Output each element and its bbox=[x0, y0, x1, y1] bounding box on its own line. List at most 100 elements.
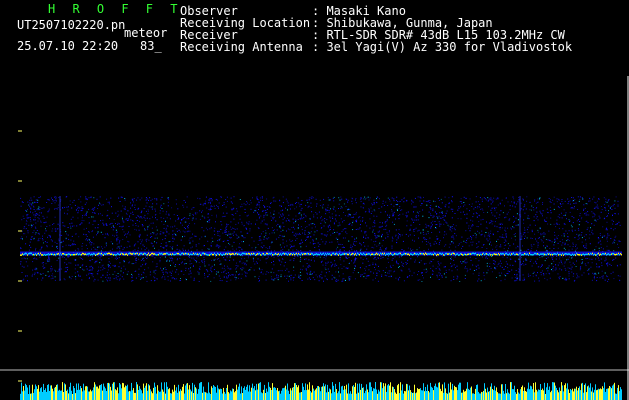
noise-dot bbox=[533, 243, 535, 245]
intensity-bar bbox=[102, 390, 103, 400]
noise-dot bbox=[529, 209, 531, 211]
noise-dot bbox=[280, 264, 282, 266]
noise-dot bbox=[114, 271, 116, 273]
carrier-dot bbox=[617, 253, 618, 256]
intensity-bar bbox=[119, 383, 120, 400]
noise-dot bbox=[313, 234, 315, 236]
noise-dot bbox=[532, 275, 534, 277]
noise-dot bbox=[563, 209, 565, 211]
noise-dot bbox=[324, 275, 326, 277]
noise-dot bbox=[382, 222, 383, 224]
noise-dot bbox=[523, 206, 525, 208]
noise-dot bbox=[101, 265, 103, 267]
noise-dot bbox=[410, 224, 412, 226]
noise-dot bbox=[354, 265, 356, 267]
noise-dot bbox=[381, 233, 383, 235]
noise-dot bbox=[68, 262, 70, 264]
noise-dot bbox=[330, 229, 331, 230]
noise-dot bbox=[585, 258, 587, 260]
noise-dot bbox=[312, 243, 314, 244]
noise-dot bbox=[537, 246, 539, 248]
noise-dot bbox=[619, 241, 621, 242]
noise-dot bbox=[131, 205, 133, 207]
noise-dot bbox=[365, 231, 367, 233]
noise-dot bbox=[173, 238, 175, 240]
noise-dot bbox=[193, 257, 195, 259]
noise-dot bbox=[571, 266, 573, 268]
noise-dot bbox=[457, 218, 459, 220]
noise-dot bbox=[100, 220, 102, 222]
noise-dot bbox=[171, 248, 173, 250]
noise-dot bbox=[498, 223, 500, 225]
noise-dot bbox=[78, 274, 79, 276]
noise-dot bbox=[619, 224, 621, 226]
noise-dot bbox=[482, 209, 484, 211]
noise-dot bbox=[318, 211, 320, 213]
noise-dot bbox=[293, 270, 295, 271]
noise-dot bbox=[304, 232, 306, 234]
carrier-dot bbox=[140, 252, 141, 255]
noise-dot bbox=[337, 279, 339, 281]
noise-dot bbox=[92, 212, 94, 214]
noise-dot bbox=[460, 241, 462, 243]
noise-dot bbox=[86, 227, 87, 229]
noise-dot bbox=[541, 264, 543, 266]
noise-dot bbox=[438, 207, 440, 208]
noise-dot bbox=[233, 250, 235, 252]
carrier-dot bbox=[208, 254, 209, 256]
noise-dot bbox=[442, 217, 444, 219]
noise-dot bbox=[91, 269, 93, 271]
noise-dot bbox=[576, 260, 577, 262]
intensity-bar bbox=[170, 393, 171, 400]
noise-dot bbox=[511, 237, 513, 239]
noise-dot bbox=[257, 244, 259, 246]
noise-dot bbox=[175, 264, 176, 265]
noise-dot bbox=[116, 247, 118, 249]
noise-dot bbox=[204, 217, 206, 219]
noise-dot bbox=[56, 243, 58, 244]
noise-dot bbox=[516, 273, 518, 275]
noise-dot bbox=[32, 202, 34, 204]
noise-dot bbox=[491, 221, 493, 223]
carrier-dot bbox=[587, 253, 588, 256]
noise-dot bbox=[118, 197, 120, 199]
noise-dot bbox=[426, 239, 428, 240]
noise-dot bbox=[619, 275, 621, 277]
noise-dot bbox=[323, 280, 324, 282]
noise-dot bbox=[570, 268, 572, 270]
noise-dot bbox=[295, 234, 297, 236]
carrier-dot bbox=[126, 253, 127, 255]
noise-dot bbox=[78, 249, 80, 251]
noise-dot bbox=[557, 242, 559, 244]
noise-dot bbox=[598, 272, 600, 274]
noise-dot bbox=[533, 271, 535, 273]
noise-dot bbox=[147, 213, 149, 215]
noise-dot bbox=[307, 236, 309, 238]
noise-dot bbox=[600, 258, 602, 260]
noise-dot bbox=[387, 258, 389, 260]
noise-dot bbox=[589, 200, 591, 202]
noise-dot bbox=[592, 249, 594, 251]
noise-dot bbox=[241, 258, 243, 260]
noise-dot bbox=[354, 267, 356, 269]
noise-dot bbox=[564, 200, 566, 202]
carrier-dot bbox=[212, 253, 213, 256]
intensity-bar bbox=[51, 385, 52, 400]
noise-dot bbox=[416, 249, 418, 251]
noise-dot bbox=[113, 278, 115, 280]
carrier-dot bbox=[352, 252, 353, 255]
noise-dot bbox=[85, 265, 87, 267]
noise-dot bbox=[559, 256, 561, 258]
noise-dot bbox=[249, 230, 251, 232]
noise-dot bbox=[461, 262, 463, 264]
noise-dot bbox=[134, 204, 136, 206]
carrier-dot bbox=[611, 253, 612, 255]
carrier-dot bbox=[49, 254, 50, 256]
noise-dot bbox=[141, 248, 143, 250]
noise-dot bbox=[154, 277, 156, 279]
noise-dot bbox=[324, 222, 326, 224]
noise-dot bbox=[458, 206, 460, 207]
noise-dot bbox=[144, 264, 146, 266]
noise-dot bbox=[550, 210, 552, 212]
noise-dot bbox=[381, 274, 383, 276]
